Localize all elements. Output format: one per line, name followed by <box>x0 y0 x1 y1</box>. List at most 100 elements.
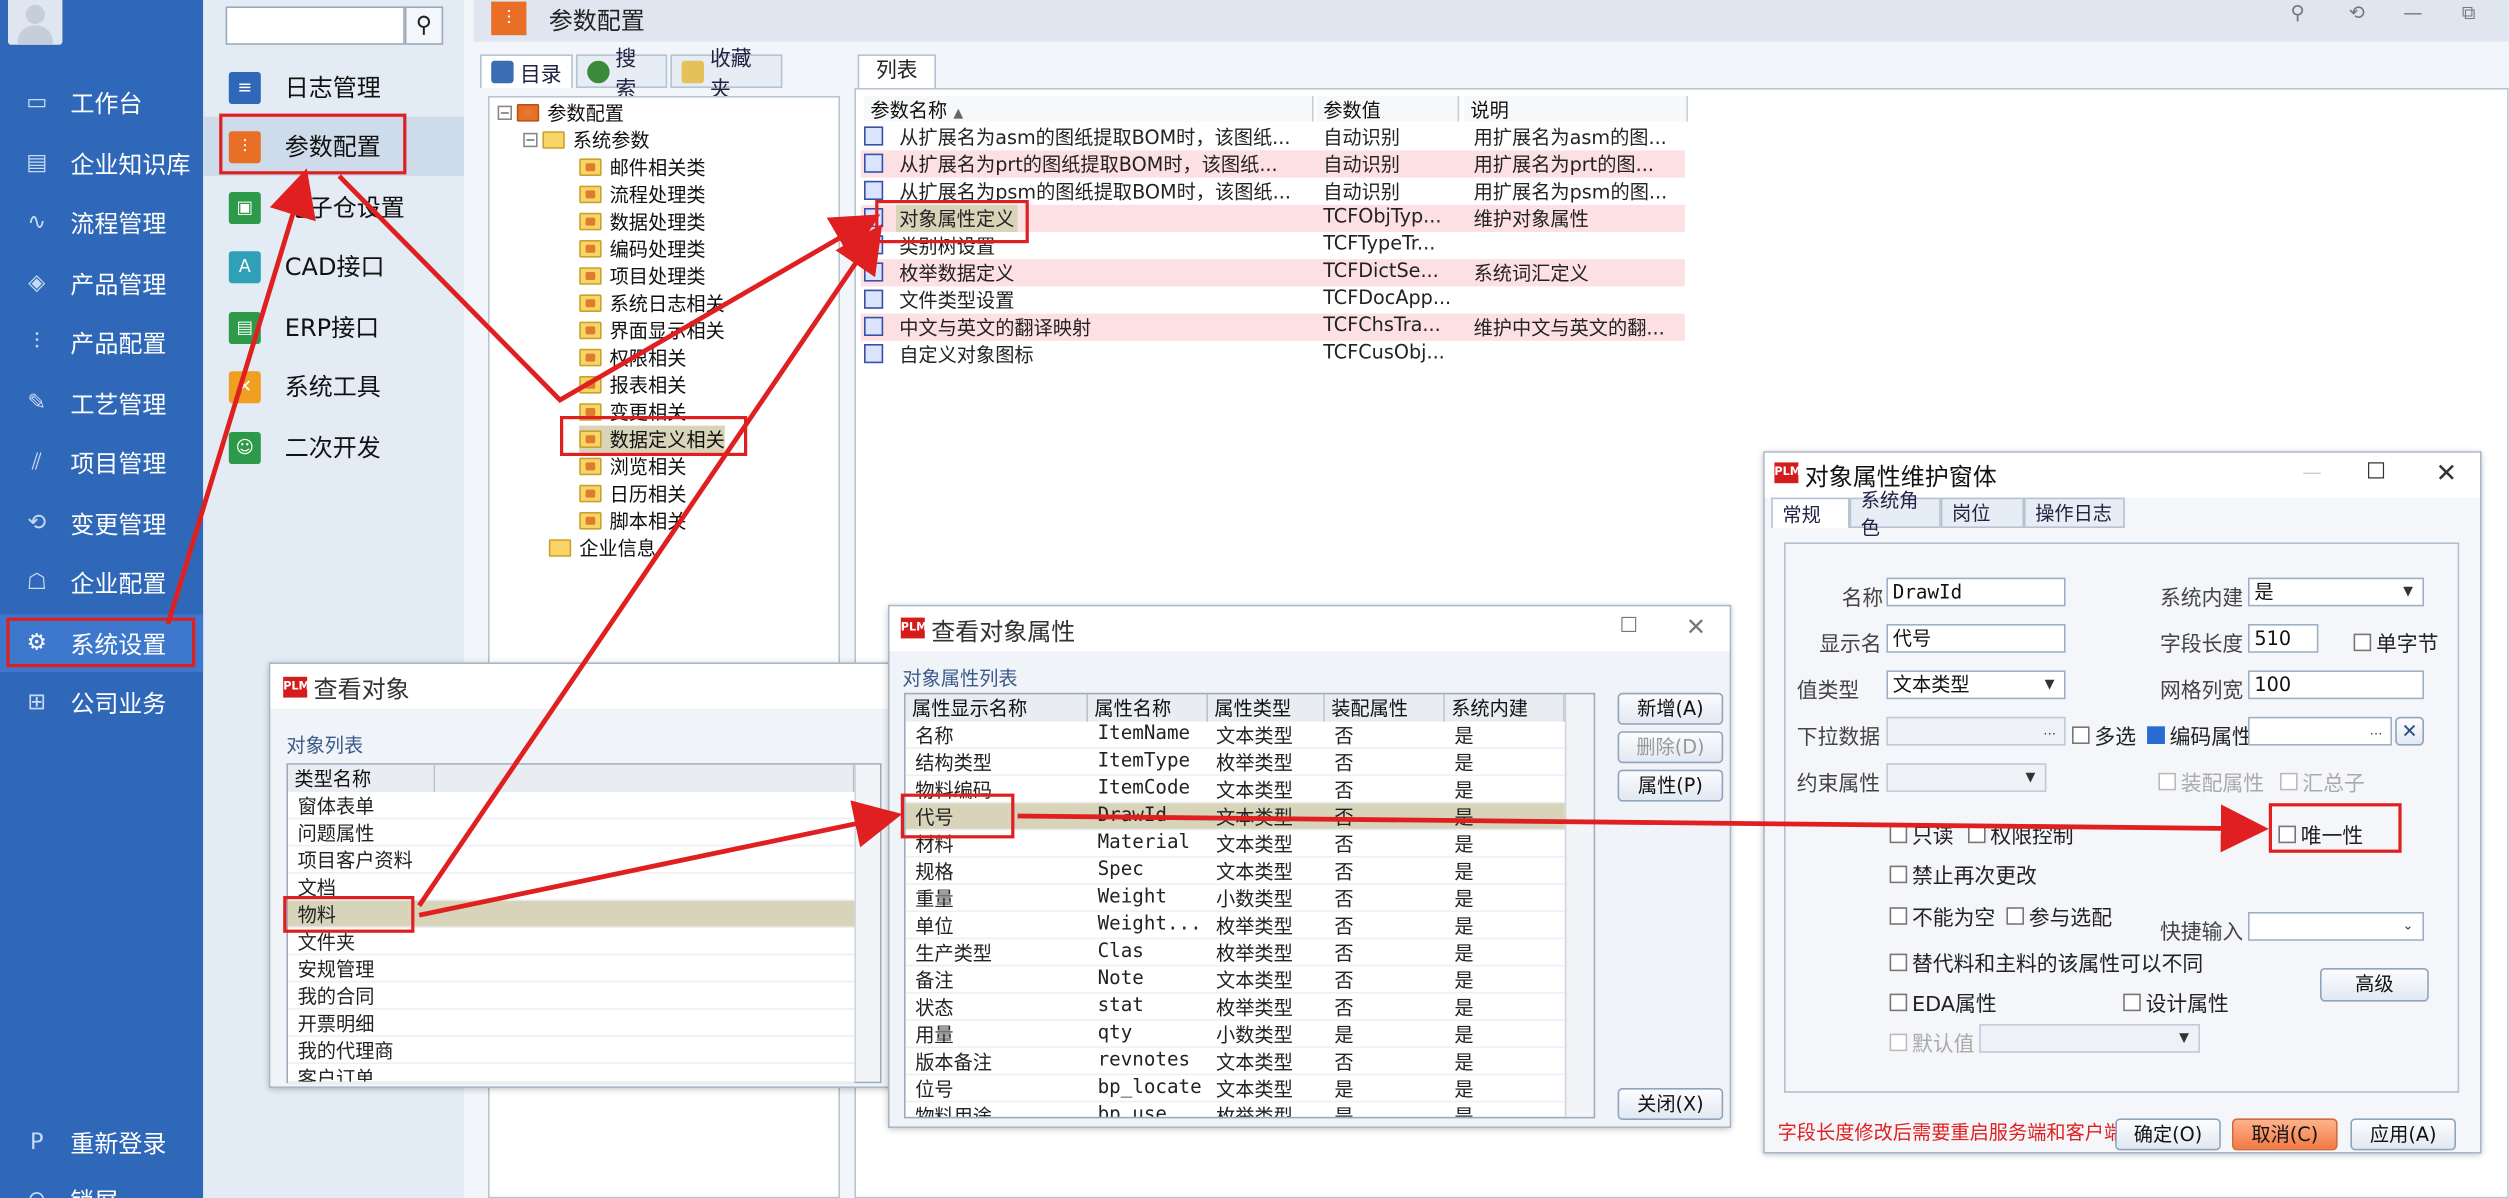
tree-node-item[interactable]: 系统日志相关 <box>579 290 725 317</box>
grid-width-input[interactable]: 100 <box>2248 670 2424 700</box>
maximize-icon[interactable]: ☐ <box>1613 614 1645 638</box>
ellipsis-icon[interactable]: … <box>2366 722 2385 741</box>
tab-system-role[interactable]: 系统角色 <box>1849 489 1941 538</box>
apply-button[interactable]: 应用(A) <box>2350 1118 2456 1151</box>
column-header-attr-name[interactable]: 属性名称 <box>1088 694 1208 722</box>
advanced-button[interactable]: 高级 <box>2320 968 2429 1002</box>
multi-select-checkbox[interactable]: 多选 <box>2072 720 2136 750</box>
builtin-select[interactable]: 是 ▼ <box>2248 577 2424 607</box>
code-attribute-field[interactable]: … <box>2248 716 2392 746</box>
maximize-icon[interactable]: ☐ <box>2360 459 2392 485</box>
tree-node-item[interactable]: 流程处理类 <box>579 181 706 208</box>
close-icon[interactable]: ✕ <box>2430 458 2462 488</box>
substitute-checkbox[interactable]: 替代料和主料的该属性可以不同 <box>1889 947 2203 978</box>
attribute-row[interactable]: 规格 Spec 文本类型 否 是 <box>905 858 1565 885</box>
property-button[interactable]: 属性(P) <box>1617 769 1724 802</box>
tree-node-root[interactable]: − 参数配置 <box>497 99 624 126</box>
participate-select-checkbox[interactable]: 参与选配 <box>2006 901 2112 931</box>
clear-icon[interactable]: ✕ <box>2395 716 2424 746</box>
attribute-grid-scrollbar[interactable] <box>1564 694 1594 1117</box>
object-row[interactable]: 安规管理 <box>288 955 855 983</box>
eda-attribute-checkbox[interactable]: EDA属性 <box>1889 987 1997 1018</box>
nav-item-flow[interactable]: ∿ 流程管理 <box>0 194 203 252</box>
submenu-erp[interactable]: ▤ ERP接口 <box>203 298 464 357</box>
attribute-row[interactable]: 结构类型 ItemType 枚举类型 否 是 <box>905 749 1565 776</box>
attribute-row[interactable]: 单位 Weight... 枚举类型 否 是 <box>905 912 1565 940</box>
tree-node-item[interactable]: 项目处理类 <box>579 262 706 289</box>
tree-node-item[interactable]: 邮件相关类 <box>579 154 706 181</box>
param-row[interactable]: 文件类型设置 TCFDocApp... <box>861 286 1685 313</box>
display-name-field[interactable]: 代号 <box>1886 624 2066 653</box>
object-row[interactable]: 客户订单 <box>288 1064 855 1084</box>
param-row[interactable]: 从扩展名为asm的图纸提取BOM时，该图纸... 自动识别 用扩展名为asm的图..… <box>861 123 1685 150</box>
collapse-icon[interactable]: − <box>523 132 538 148</box>
nav-item-project[interactable]: ⫽ 项目管理 <box>0 434 203 492</box>
lock-button[interactable]: ⊙锁屏 <box>0 1171 203 1198</box>
avatar[interactable] <box>8 0 63 45</box>
object-row[interactable]: 项目客户资料 <box>288 846 855 874</box>
tree-node-item[interactable]: 脚本相关 <box>579 507 686 534</box>
object-row[interactable]: 开票明细 <box>288 1010 855 1037</box>
attribute-row[interactable]: 物料用途 bp_use 枚举类型 是 是 <box>906 1102 1565 1116</box>
nav-item-change[interactable]: ⟲ 变更管理 <box>0 494 203 552</box>
dropdown-data-field[interactable]: … <box>1886 716 2066 746</box>
readonly-checkbox[interactable]: 只读 <box>1889 819 1954 850</box>
column-header-param-value[interactable]: 参数值 <box>1316 96 1460 122</box>
nav-item-workbench[interactable]: ▭ 工作台 <box>0 74 203 132</box>
tree-node-item[interactable]: 报表相关 <box>579 371 686 398</box>
tab-search[interactable]: 搜索 <box>576 47 668 102</box>
tab-list[interactable]: 列表 <box>857 54 936 88</box>
tree-node-item[interactable]: 日历相关 <box>579 480 686 507</box>
code-attribute-checkbox[interactable]: 编码属性 <box>2147 720 2253 750</box>
attribute-row[interactable]: 版本备注 revnotes 文本类型 否 是 <box>905 1048 1565 1076</box>
delete-button[interactable]: 删除(D) <box>1617 731 1724 764</box>
tab-operation-log[interactable]: 操作日志 <box>2024 497 2125 528</box>
summary-checkbox[interactable]: 汇总子 <box>2280 766 2365 797</box>
attribute-row[interactable]: 生产类型 Clas 枚举类型 否 是 <box>905 939 1565 967</box>
tree-node-item[interactable]: 界面显示相关 <box>579 317 725 344</box>
tree-node-item[interactable]: 数据处理类 <box>579 208 706 235</box>
param-row[interactable]: 枚举数据定义 TCFDictSe... 系统词汇定义 <box>860 259 1685 287</box>
permission-control-checkbox[interactable]: 权限控制 <box>1968 819 2074 850</box>
ellipsis-icon[interactable]: … <box>2040 722 2059 741</box>
column-header-builtin[interactable]: 系统内建 <box>1444 694 1565 722</box>
ok-button[interactable]: 确定(O) <box>2115 1118 2221 1151</box>
value-type-select[interactable]: 文本类型 ▼ <box>1886 670 2066 700</box>
assembly-attribute-checkbox[interactable]: 装配属性 <box>2158 766 2264 797</box>
constraint-select[interactable]: ▼ <box>1886 763 2047 792</box>
param-row[interactable]: 从扩展名为prt的图纸提取BOM时，该图纸... 自动识别 用扩展名为prt的图..… <box>860 150 1685 178</box>
nav-item-company-business[interactable]: ⊞ 公司业务 <box>0 674 203 732</box>
not-null-checkbox[interactable]: 不能为空 <box>1889 901 1995 931</box>
minimize-icon[interactable]: — <box>2397 2 2429 24</box>
design-attribute-checkbox[interactable]: 设计属性 <box>2123 987 2229 1018</box>
tab-catalog[interactable]: 目录 <box>480 54 573 88</box>
minimize-icon[interactable]: — <box>2296 461 2328 483</box>
default-value-checkbox[interactable]: 默认值 <box>1889 1027 1974 1058</box>
object-list-scrollbar[interactable] <box>854 764 880 1082</box>
add-button[interactable]: 新增(A) <box>1617 692 1724 725</box>
column-header-display-name[interactable]: 属性显示名称 <box>905 694 1088 722</box>
param-row[interactable]: 自定义对象图标 TCFCusObj... <box>861 341 1685 368</box>
search-icon[interactable]: ⚲ <box>404 6 444 45</box>
nav-item-enterprise[interactable]: ☖ 企业配置 <box>0 554 203 612</box>
submenu-cad[interactable]: A CAD接口 <box>203 237 464 296</box>
object-row[interactable]: 问题属性 <box>288 819 855 847</box>
nav-item-knowledge[interactable]: ▤ 企业知识库 <box>0 134 203 192</box>
object-row[interactable]: 窗体表单 <box>288 792 855 820</box>
param-row[interactable]: 中文与英文的翻译映射 TCFChsTra... 维护中文与英文的翻... <box>860 313 1685 341</box>
column-header-attr-type[interactable]: 属性类型 <box>1208 694 1325 722</box>
attribute-row[interactable]: 用量 qty 小数类型 是 是 <box>905 1021 1565 1048</box>
tree-node-item[interactable]: 编码处理类 <box>579 235 706 262</box>
object-row[interactable]: 我的合同 <box>288 982 855 1010</box>
attribute-row[interactable]: 位号 bp_locate 文本类型 是 是 <box>905 1075 1565 1103</box>
tab-position[interactable]: 岗位 <box>1940 497 2024 528</box>
attribute-row[interactable]: 名称 ItemName 文本类型 否 是 <box>905 722 1565 749</box>
collapse-icon[interactable]: − <box>497 105 512 120</box>
tree-node-company-info[interactable]: 企业信息 <box>548 534 656 561</box>
tab-favorites[interactable]: 收藏夹 <box>670 47 783 102</box>
object-row[interactable]: 我的代理商 <box>288 1037 855 1064</box>
tab-general[interactable]: 常规 <box>1771 497 1850 528</box>
column-header-type-name[interactable]: 类型名称 <box>288 764 436 792</box>
submenu-dev[interactable]: ☺ 二次开发 <box>203 418 464 477</box>
attribute-row[interactable]: 备注 Note 文本类型 否 是 <box>905 966 1565 994</box>
